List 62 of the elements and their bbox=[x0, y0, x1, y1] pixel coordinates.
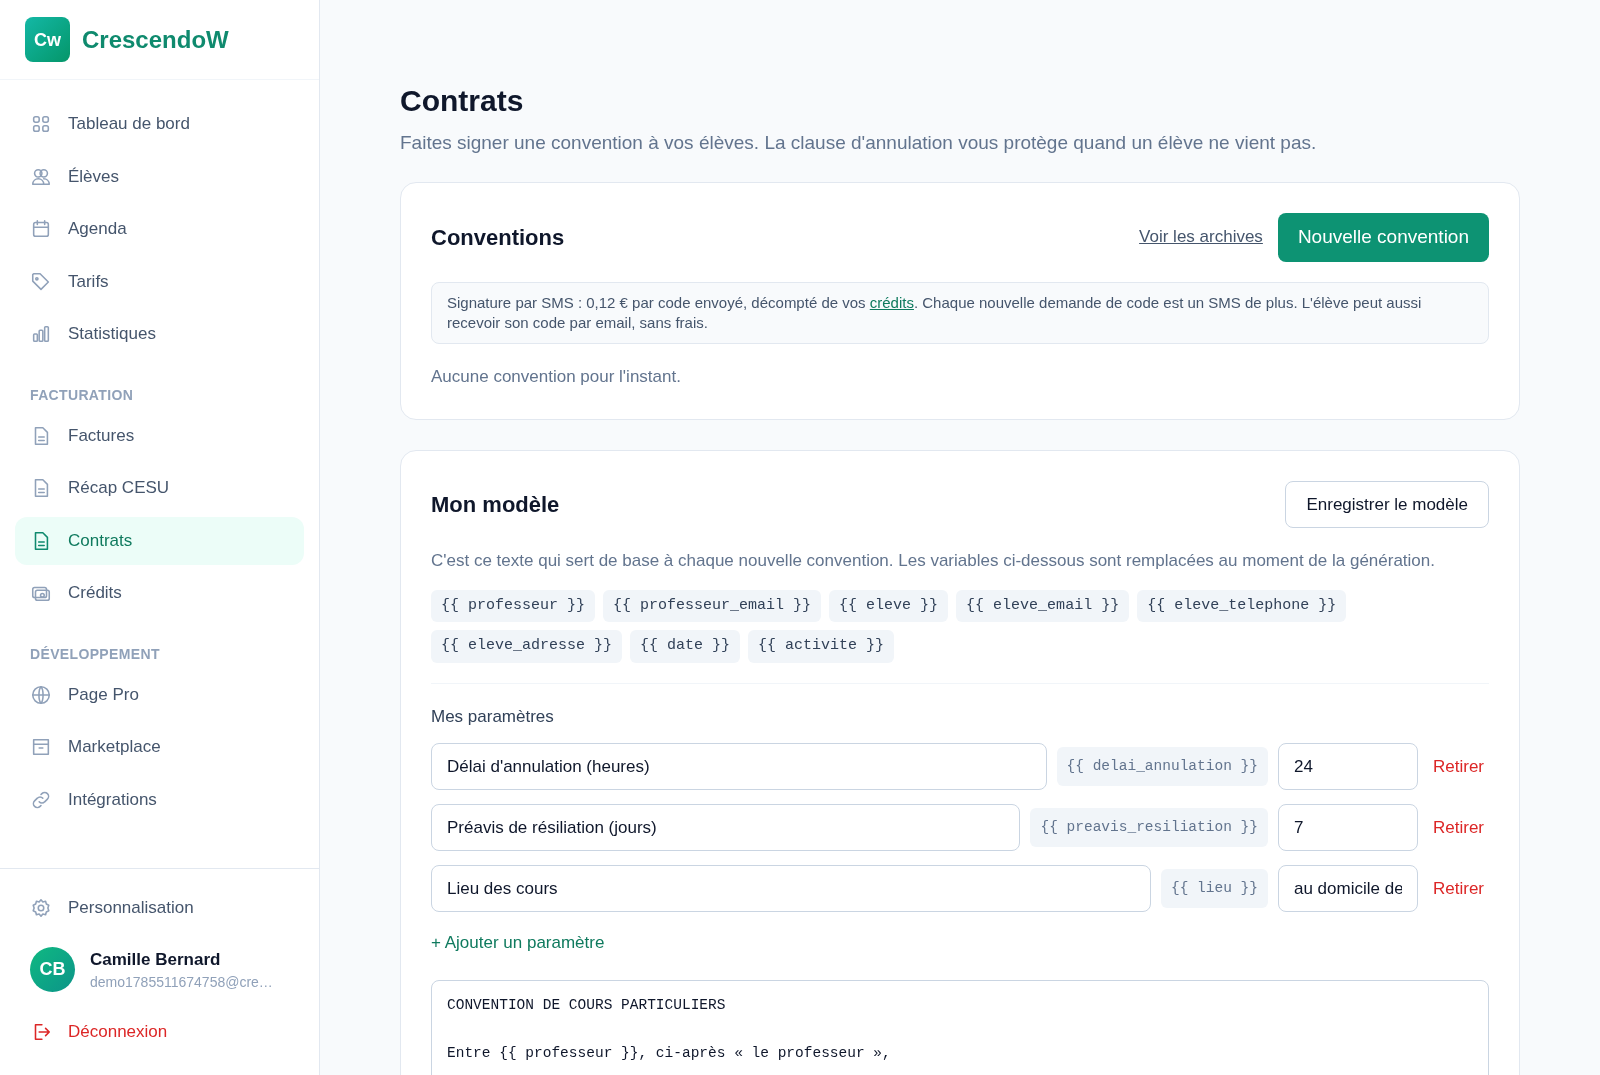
add-parameter-link[interactable]: + Ajouter un paramètre bbox=[431, 930, 1489, 956]
empty-message: Aucune convention pour l'instant. bbox=[431, 365, 682, 388]
section-heading: DÉVELOPPEMENT bbox=[29, 644, 161, 664]
sidebar-item[interactable]: Personnalisation bbox=[15, 884, 304, 931]
variable-chip[interactable]: {{ date }} bbox=[630, 630, 741, 663]
user-email: demo1785511674758@cre… bbox=[90, 973, 273, 992]
variable-chip[interactable]: {{ activite }} bbox=[748, 630, 895, 663]
variable-chip: {{ delai_annulation }} bbox=[1056, 746, 1268, 787]
archive-icon bbox=[30, 736, 52, 758]
variable-chip[interactable]: {{ professeur }} bbox=[431, 589, 596, 622]
section-label: Mes paramètres bbox=[431, 705, 555, 728]
brand-name: CrescendoW bbox=[82, 24, 229, 55]
sidebar-item[interactable]: Factures bbox=[15, 411, 304, 460]
logout-button[interactable]: Déconnexion bbox=[15, 1009, 304, 1055]
sidebar-item[interactable]: Statistiques bbox=[15, 310, 304, 358]
user-name: Camille Bernard bbox=[90, 948, 222, 971]
remove-button[interactable]: Retirer bbox=[1428, 814, 1489, 841]
page-subtitle: Faites signer une convention à vos élèves. La clause d'annulation vous protège quand un élève ne vient pas. bbox=[400, 131, 1318, 155]
card-title: Mon modèle bbox=[431, 491, 560, 519]
sidebar-item[interactable]: Tableau de bord bbox=[15, 100, 304, 148]
grid-icon bbox=[30, 113, 52, 135]
sidebar-item[interactable]: Marketplace bbox=[15, 723, 304, 771]
card-title: Conventions bbox=[431, 223, 565, 252]
sidebar-item[interactable]: Récap CESU bbox=[15, 464, 304, 512]
new-convention-button[interactable]: Nouvelle convention bbox=[1277, 212, 1489, 262]
parameter-name-field[interactable]: Préavis de résiliation (jours) bbox=[431, 804, 1021, 851]
sidebar-item[interactable]: Tarifs bbox=[15, 257, 304, 306]
remove-button[interactable]: Retirer bbox=[1428, 875, 1489, 902]
archives-link[interactable]: Voir les archives bbox=[1139, 224, 1263, 250]
save-template-button[interactable]: Enregistrer le modèle bbox=[1285, 481, 1489, 528]
page-title: Contrats bbox=[400, 83, 525, 119]
model-description: C'est ce texte qui sert de base à chaque nouvelle convention. Les variables ci-dessous sont remplacées au moment de la génération. bbox=[431, 550, 1436, 572]
tag-icon bbox=[30, 270, 52, 293]
variable-chip: {{ lieu }} bbox=[1160, 868, 1268, 909]
sidebar-item[interactable]: Élèves bbox=[15, 152, 304, 201]
variable-chip[interactable]: {{ eleve_email }} bbox=[956, 589, 1130, 622]
avatar: CB bbox=[30, 947, 75, 993]
variable-chip: {{ preavis_resiliation }} bbox=[1030, 807, 1268, 848]
logo: Cw bbox=[25, 17, 70, 62]
variable-chip[interactable]: {{ professeur_email }} bbox=[603, 589, 822, 622]
sidebar-item[interactable]: Intégrations bbox=[15, 775, 304, 824]
template-editor[interactable]: CONVENTION DE COURS PARTICULIERS Entre {{ professeur }}, ci-après « le professeur », bbox=[431, 979, 1489, 1075]
parameter-name-field[interactable]: Délai d'annulation (heures) bbox=[431, 743, 1047, 790]
parameter-value-field[interactable]: 24 bbox=[1278, 743, 1418, 790]
sidebar-item[interactable]: Crédits bbox=[15, 569, 304, 617]
parameter-value-field[interactable]: au domicile de bbox=[1278, 865, 1418, 912]
sidebar-item[interactable]: Page Pro bbox=[15, 670, 304, 719]
sms-notice: Signature par SMS : 0,12 € par code envoyé, décompté de vos crédits. Chaque nouvelle demande de code est un SMS de plus. L'élève peut aussi recevoir son code par email, sans frais. bbox=[431, 281, 1489, 344]
globe-icon bbox=[30, 683, 52, 706]
remove-button[interactable]: Retirer bbox=[1428, 753, 1489, 780]
variable-chip[interactable]: {{ eleve }} bbox=[829, 589, 949, 622]
sidebar-item[interactable]: Contrats bbox=[15, 516, 304, 565]
settings-icon bbox=[30, 896, 52, 919]
sidebar-item[interactable]: Agenda bbox=[15, 205, 304, 253]
variable-chip[interactable]: {{ eleve_telephone }} bbox=[1137, 589, 1347, 622]
credits-link[interactable]: crédits bbox=[869, 293, 914, 311]
parameter-value-field[interactable]: 7 bbox=[1278, 804, 1418, 851]
parameter-name-field[interactable]: Lieu des cours bbox=[431, 865, 1151, 912]
section-heading: FACTURATION bbox=[29, 385, 135, 405]
calendar-icon bbox=[30, 218, 52, 240]
bar-chart-icon bbox=[30, 323, 52, 345]
variable-chip[interactable]: {{ eleve_adresse }} bbox=[431, 630, 623, 663]
